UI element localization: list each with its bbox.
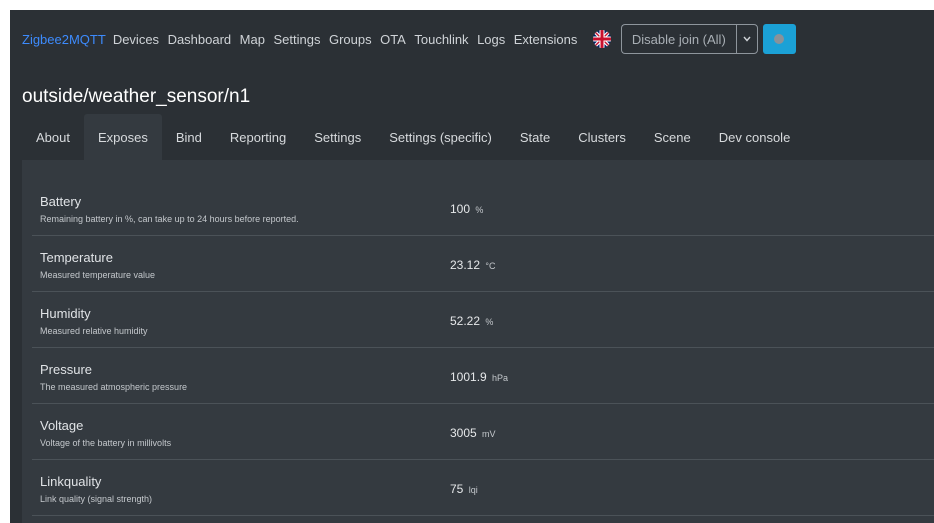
tab-dev-console[interactable]: Dev console xyxy=(705,114,805,160)
expose-label: Temperature xyxy=(40,250,113,265)
device-tabs: About Exposes Bind Reporting Settings Se… xyxy=(22,114,804,160)
expose-row-voltage: Voltage Voltage of the battery in milliv… xyxy=(32,404,934,460)
expose-value: 100 % xyxy=(450,202,483,216)
value-unit: hPa xyxy=(492,373,509,383)
value-unit: mV xyxy=(482,429,496,439)
expose-value: 3005 mV xyxy=(450,426,496,440)
expose-row-battery: Battery Remaining battery in %, can take… xyxy=(32,180,934,236)
value-unit: % xyxy=(475,205,484,215)
expose-description: Voltage of the battery in millivolts xyxy=(40,438,172,448)
expose-label: Pressure xyxy=(40,362,93,377)
expose-row-linkquality: Linkquality Link quality (signal strengt… xyxy=(32,460,934,516)
value-number: 23.12 xyxy=(450,258,481,272)
expose-value: 1001.9 hPa xyxy=(450,370,508,384)
navbar: Zigbee2MQTT Devices Dashboard Map Settin… xyxy=(10,10,934,68)
tab-scene[interactable]: Scene xyxy=(640,114,705,160)
tab-settings-specific[interactable]: Settings (specific) xyxy=(375,114,506,160)
value-unit: lqi xyxy=(468,485,478,495)
expose-value: 75 lqi xyxy=(450,482,478,496)
expose-description: Measured temperature value xyxy=(40,270,156,280)
expose-label: Linkquality xyxy=(40,474,102,489)
expose-description: Measured relative humidity xyxy=(40,326,148,336)
expose-description: Link quality (signal strength) xyxy=(40,494,153,504)
value-number: 3005 xyxy=(450,426,477,440)
nav-link-extensions[interactable]: Extensions xyxy=(514,32,578,47)
expose-description: Remaining battery in %, can take up to 2… xyxy=(40,214,299,224)
nav-link-ota[interactable]: OTA xyxy=(380,32,406,47)
page-title: outside/weather_sensor/n1 xyxy=(22,86,251,107)
tab-clusters[interactable]: Clusters xyxy=(564,114,640,160)
value-number: 52.22 xyxy=(450,314,481,328)
expose-row-temperature: Temperature Measured temperature value 2… xyxy=(32,236,934,292)
disable-join-button[interactable]: Disable join (All) xyxy=(620,24,736,54)
nav-link-dashboard[interactable]: Dashboard xyxy=(168,32,232,47)
tab-reporting[interactable]: Reporting xyxy=(216,114,300,160)
expose-value: 52.22 % xyxy=(450,314,493,328)
nav-link-touchlink[interactable]: Touchlink xyxy=(414,32,468,47)
nav-link-settings[interactable]: Settings xyxy=(273,32,320,47)
tab-exposes[interactable]: Exposes xyxy=(83,114,162,160)
chevron-down-icon[interactable] xyxy=(735,24,758,54)
nav-link-logs[interactable]: Logs xyxy=(477,32,505,47)
tab-settings[interactable]: Settings xyxy=(300,114,375,160)
expose-row-pressure: Pressure The measured atmospheric pressu… xyxy=(32,348,934,404)
value-unit: % xyxy=(485,317,494,327)
expose-label: Battery xyxy=(40,194,82,209)
nav-link-devices[interactable]: Devices xyxy=(113,32,159,47)
tab-state[interactable]: State xyxy=(506,114,564,160)
value-number: 100 xyxy=(450,202,471,216)
tab-about[interactable]: About xyxy=(22,114,84,160)
permit-join-timer-button[interactable] xyxy=(762,24,796,54)
uk-flag-icon[interactable] xyxy=(592,30,611,48)
expose-label: Humidity xyxy=(40,306,91,321)
expose-label: Voltage xyxy=(40,418,84,433)
expose-description: The measured atmospheric pressure xyxy=(40,382,188,392)
nav-link-map[interactable]: Map xyxy=(240,32,265,47)
value-number: 1001.9 xyxy=(450,370,487,384)
permit-join-group: Disable join (All) xyxy=(620,24,758,54)
value-unit: °C xyxy=(485,261,496,271)
value-number: 75 xyxy=(450,482,464,496)
circle-icon xyxy=(774,34,785,44)
brand-link[interactable]: Zigbee2MQTT xyxy=(22,32,106,47)
expose-value: 23.12 °C xyxy=(450,258,495,272)
exposes-card: Battery Remaining battery in %, can take… xyxy=(22,160,934,523)
nav-link-groups[interactable]: Groups xyxy=(329,32,372,47)
app-window: Zigbee2MQTT Devices Dashboard Map Settin… xyxy=(10,10,934,523)
expose-row-humidity: Humidity Measured relative humidity 52.2… xyxy=(32,292,934,348)
tab-bind[interactable]: Bind xyxy=(162,114,216,160)
